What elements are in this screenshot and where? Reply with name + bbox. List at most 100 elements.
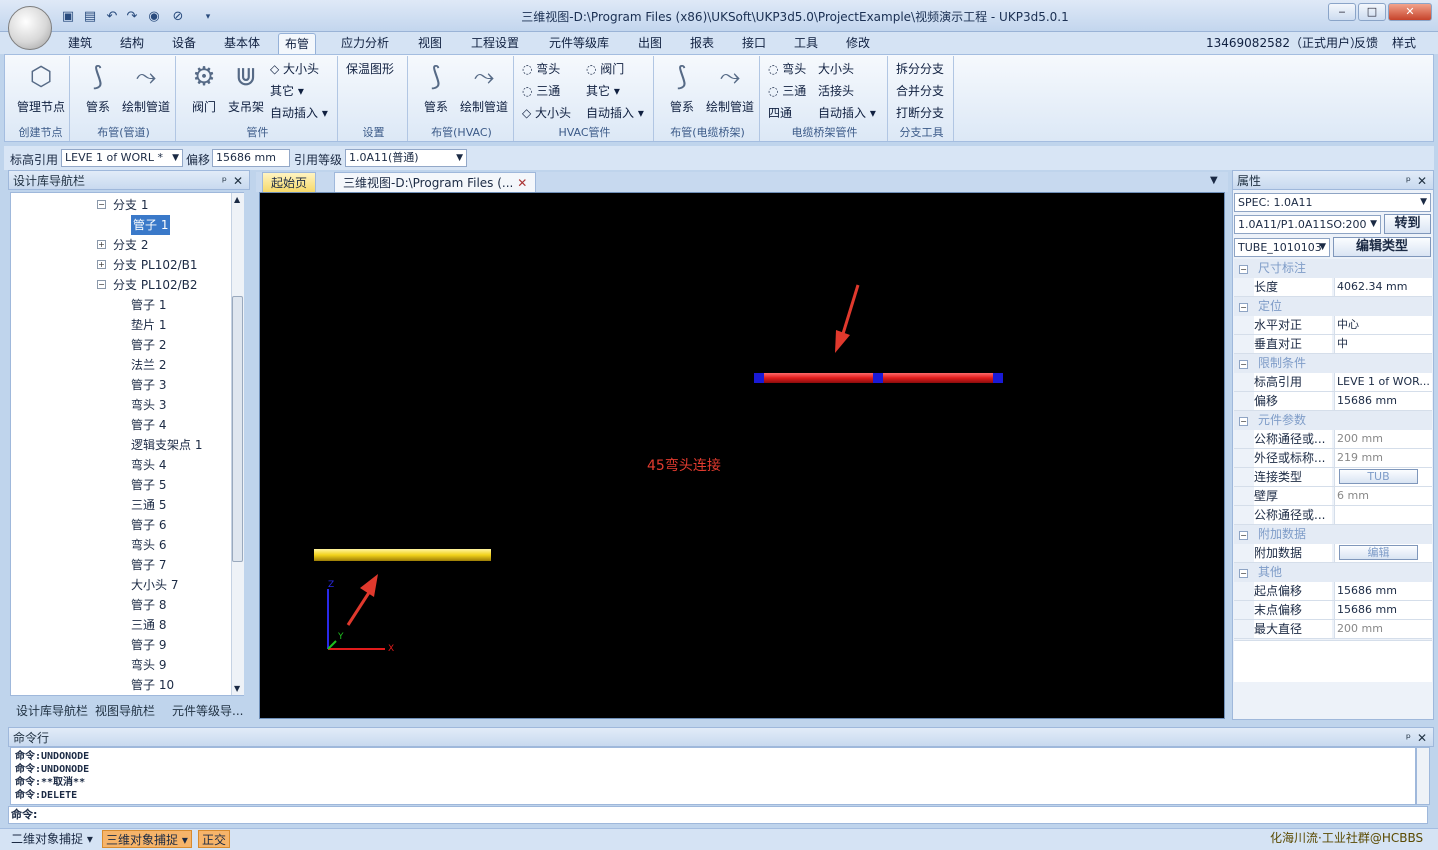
qat-dropdown-icon[interactable]: ▾ bbox=[200, 9, 216, 25]
tree-node[interactable]: 管子 1 bbox=[131, 295, 166, 315]
tab-design-library-nav[interactable]: 设计库导航栏 bbox=[16, 702, 88, 720]
3d-viewport[interactable]: 45弯头连接 X Z Y bbox=[259, 192, 1225, 719]
property-value[interactable]: 200 mm bbox=[1334, 430, 1432, 448]
split-branch-button[interactable]: 拆分分支 bbox=[896, 60, 944, 78]
auto-insert-dropdown[interactable]: 自动插入 ▾ bbox=[270, 104, 328, 122]
tray-system-button[interactable]: ⟆ 管系 bbox=[662, 60, 702, 115]
property-value[interactable]: 200 mm bbox=[1334, 620, 1432, 638]
pin-icon[interactable]: ᵖ bbox=[222, 171, 227, 191]
merge-branch-button[interactable]: 合并分支 bbox=[896, 82, 944, 100]
scroll-down-icon[interactable]: ▼ bbox=[234, 684, 240, 693]
tree-node[interactable]: 三通 5 bbox=[131, 495, 166, 515]
property-category[interactable]: − 附加数据 bbox=[1234, 525, 1432, 544]
redo-icon[interactable]: ↷ bbox=[124, 9, 140, 25]
tab-drawing[interactable]: 出图 bbox=[632, 33, 668, 54]
property-value[interactable] bbox=[1334, 506, 1432, 524]
tab-tools[interactable]: 工具 bbox=[788, 33, 824, 54]
grade-select[interactable]: 1.0A11(普通) ▼ bbox=[345, 149, 467, 167]
tree-node[interactable]: 管子 9 bbox=[131, 635, 166, 655]
offset-input[interactable]: 15686 mm bbox=[212, 149, 290, 167]
tray-auto-insert-dropdown[interactable]: 自动插入 ▾ bbox=[818, 104, 876, 122]
collapse-icon[interactable]: − bbox=[1239, 569, 1248, 578]
ortho-toggle[interactable]: 正交 bbox=[198, 830, 231, 848]
property-value-button[interactable]: 编辑 bbox=[1334, 544, 1432, 562]
collapse-icon[interactable]: − bbox=[97, 200, 106, 209]
tab-project-settings[interactable]: 工程设置 bbox=[465, 33, 525, 54]
property-category[interactable]: − 尺寸标注 bbox=[1234, 259, 1432, 278]
tree-node[interactable]: 管子 1 bbox=[131, 215, 171, 235]
close-panel-icon[interactable]: ✕ bbox=[1417, 728, 1427, 748]
style-menu[interactable]: 样式 bbox=[1386, 33, 1422, 54]
hvac-valve-button[interactable]: ◌ 阀门 bbox=[586, 60, 624, 78]
maximize-button[interactable]: □ bbox=[1358, 3, 1386, 21]
tray-elbow-button[interactable]: ◌ 弯头 bbox=[768, 60, 806, 78]
collapse-icon[interactable]: − bbox=[1239, 417, 1248, 426]
tree-node[interactable]: 弯头 3 bbox=[131, 395, 166, 415]
tree-node[interactable]: 弯头 9 bbox=[131, 655, 166, 675]
property-value-button[interactable]: TUB bbox=[1334, 468, 1432, 486]
tree-node[interactable]: 分支 PL102/B1 bbox=[113, 255, 198, 275]
tab-building[interactable]: 建筑 bbox=[62, 33, 98, 54]
tab-equipment[interactable]: 设备 bbox=[166, 33, 202, 54]
tree-node[interactable]: 法兰 2 bbox=[131, 355, 166, 375]
insulation-graphics-button[interactable]: 保温图形 bbox=[346, 60, 394, 78]
property-value[interactable]: 219 mm bbox=[1334, 449, 1432, 467]
property-button[interactable]: TUB bbox=[1339, 469, 1418, 484]
tab-modify[interactable]: 修改 bbox=[840, 33, 876, 54]
tab-stress-analysis[interactable]: 应力分析 bbox=[335, 33, 395, 54]
pipe-system-button[interactable]: ⟆ 管系 bbox=[78, 60, 118, 115]
hvac-draw-pipe-button[interactable]: ⤳ 绘制管道 bbox=[456, 60, 512, 115]
hide-eye-icon[interactable]: ⊘ bbox=[170, 9, 186, 25]
command-input[interactable]: 命令: bbox=[8, 806, 1428, 824]
pin-icon[interactable]: ᵖ bbox=[1406, 171, 1411, 191]
hvac-other-dropdown[interactable]: 其它 ▾ bbox=[586, 82, 620, 100]
property-value[interactable]: 15686 mm bbox=[1334, 601, 1432, 619]
spec-select[interactable]: SPEC: 1.0A11 ▼ bbox=[1234, 193, 1431, 212]
document-icon[interactable]: ▤ bbox=[82, 9, 98, 25]
application-menu-button[interactable] bbox=[8, 6, 52, 50]
tree-node[interactable]: 分支 1 bbox=[113, 195, 148, 215]
expand-icon[interactable]: + bbox=[97, 260, 106, 269]
minimize-button[interactable]: ‒ bbox=[1328, 3, 1356, 21]
property-value[interactable]: 15686 mm bbox=[1334, 582, 1432, 600]
reducer-button[interactable]: ◇ 大小头 bbox=[270, 60, 319, 78]
tree-node[interactable]: 弯头 4 bbox=[131, 455, 166, 475]
tab-view-nav[interactable]: 视图导航栏 bbox=[95, 702, 155, 720]
hvac-system-button[interactable]: ⟆ 管系 bbox=[416, 60, 456, 115]
collapse-icon[interactable]: − bbox=[1239, 265, 1248, 274]
tab-component-grade-nav[interactable]: 元件等级导... bbox=[172, 702, 243, 720]
tab-piping[interactable]: 布管 bbox=[278, 33, 317, 54]
scroll-up-icon[interactable]: ▲ bbox=[234, 195, 240, 204]
snap-2d-toggle[interactable]: 二维对象捕捉 ▾ bbox=[8, 830, 96, 848]
tree-node[interactable]: 逻辑支架点 1 bbox=[131, 435, 202, 455]
other-fittings-dropdown[interactable]: 其它 ▾ bbox=[270, 82, 304, 100]
pipe-node-end[interactable] bbox=[993, 373, 1003, 383]
close-panel-icon[interactable]: ✕ bbox=[233, 171, 243, 191]
property-value[interactable]: 中 bbox=[1334, 335, 1432, 353]
user-account[interactable]: 13469082582（正式用户） bbox=[1200, 33, 1368, 54]
tray-cross-button[interactable]: 四通 bbox=[768, 104, 792, 122]
close-button[interactable]: ✕ bbox=[1388, 3, 1432, 21]
collapse-icon[interactable]: − bbox=[97, 280, 106, 289]
save-icon[interactable]: ▣ bbox=[60, 9, 76, 25]
tab-start-page[interactable]: 起始页 bbox=[262, 172, 317, 192]
tree-node[interactable]: 分支 PL102/B2 bbox=[113, 275, 198, 295]
elevation-select[interactable]: LEVE 1 of WORL * ▼ bbox=[61, 149, 183, 167]
eye-icon[interactable]: ◉ bbox=[146, 9, 162, 25]
tray-reducer-button[interactable]: 大小头 bbox=[818, 60, 854, 78]
tree-node[interactable]: 垫片 1 bbox=[131, 315, 166, 335]
manage-nodes-button[interactable]: ⬡ 管理节点 bbox=[14, 60, 68, 115]
spec-path-select[interactable]: 1.0A11/P1.0A11SO:200 ▼ bbox=[1234, 215, 1381, 234]
tab-view[interactable]: 视图 bbox=[412, 33, 448, 54]
goto-button[interactable]: 转到 bbox=[1384, 214, 1431, 234]
property-value[interactable]: LEVE 1 of WOR... bbox=[1334, 373, 1432, 391]
break-branch-button[interactable]: 打断分支 bbox=[896, 104, 944, 122]
tab-interface[interactable]: 接口 bbox=[736, 33, 772, 54]
property-category[interactable]: − 元件参数 bbox=[1234, 411, 1432, 430]
property-value[interactable]: 4062.34 mm bbox=[1334, 278, 1432, 296]
command-log-scrollbar[interactable] bbox=[1416, 747, 1430, 805]
close-panel-icon[interactable]: ✕ bbox=[1417, 171, 1427, 191]
hvac-reducer-button[interactable]: ◇ 大小头 bbox=[522, 104, 571, 122]
pipe-node-mid[interactable] bbox=[873, 373, 883, 383]
collapse-icon[interactable]: − bbox=[1239, 360, 1248, 369]
